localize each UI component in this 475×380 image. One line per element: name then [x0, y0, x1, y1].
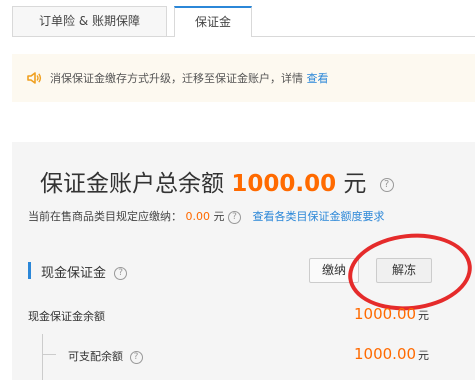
balance-unit: 元 [343, 171, 367, 197]
balance-heading: 保证金账户总余额 1000.00 元 ? [40, 164, 394, 198]
help-icon[interactable]: ? [114, 267, 128, 280]
due-line: 当前在售商品类目规定应缴纳： 0.00 元 ? 查看各类目保证金额度要求 [28, 208, 385, 224]
notice-banner: 消保保证金缴存方式升级，迁移至保证金账户，详情 查看 [12, 54, 475, 102]
cash-balance-value: 1000.00 元 [354, 305, 429, 323]
tab-order-insurance[interactable]: 订单险 & 账期保障 [12, 6, 167, 36]
help-icon[interactable]: ? [228, 210, 241, 224]
tree-line [42, 334, 43, 380]
available-balance-value: 1000.00 元 [354, 345, 429, 363]
balance-amount: 1000.00 [231, 171, 337, 197]
cash-balance-unit: 元 [418, 309, 430, 322]
section-accent-bar [28, 262, 31, 279]
deposit-panel: 保证金账户总余额 1000.00 元 ? 当前在售商品类目规定应缴纳： 0.00… [12, 142, 475, 380]
tab-bar: 订单险 & 账期保障 保证金 [12, 6, 475, 37]
tab-deposit[interactable]: 保证金 [174, 6, 252, 37]
due-label: 当前在售商品类目规定应缴纳： [28, 210, 182, 223]
due-value: 0.00 [185, 210, 211, 223]
notice-view-link[interactable]: 查看 [307, 72, 329, 85]
available-balance-unit: 元 [418, 349, 430, 362]
help-icon[interactable]: ? [379, 178, 394, 192]
annotation-circle [344, 227, 475, 317]
cash-balance-amount: 1000.00 [354, 305, 417, 323]
due-unit: 元 [213, 210, 225, 223]
balance-title: 保证金账户总余额 [40, 171, 224, 197]
notice-message: 消保保证金缴存方式升级，迁移至保证金账户，详情 [50, 72, 303, 85]
help-icon[interactable]: ? [129, 350, 143, 364]
cash-balance-label: 现金保证金余额 [28, 310, 105, 323]
tree-branch [42, 354, 56, 355]
section-title: 现金保证金 ? [41, 262, 128, 281]
available-balance-amount: 1000.00 [354, 345, 417, 363]
category-requirements-link[interactable]: 查看各类目保证金额度要求 [253, 210, 385, 223]
available-balance-text: 可支配余额 [68, 350, 123, 363]
speaker-icon [27, 72, 42, 84]
cash-deposit-title: 现金保证金 [41, 266, 107, 281]
notice-text: 消保保证金缴存方式升级，迁移至保证金账户，详情 查看 [50, 70, 329, 86]
available-balance-label: 可支配余额 ? [68, 348, 143, 364]
